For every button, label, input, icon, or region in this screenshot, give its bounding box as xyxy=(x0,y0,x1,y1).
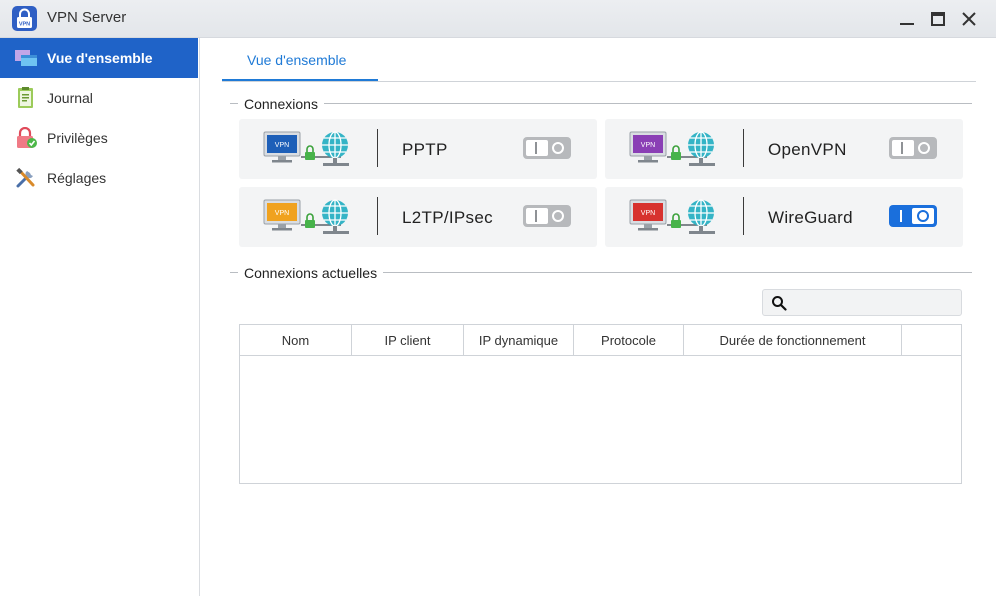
toggle-off-ring xyxy=(552,142,564,154)
table-header: Nom IP client IP dynamique Protocole Dur… xyxy=(240,325,961,356)
search-box[interactable] xyxy=(762,289,962,316)
tab-overview[interactable]: Vue d'ensemble xyxy=(222,38,378,82)
protocol-name: OpenVPN xyxy=(768,140,847,159)
toggle-ring xyxy=(917,210,929,222)
section-title-current-connections: Connexions actuelles xyxy=(238,265,384,281)
wireguard-toggle[interactable] xyxy=(889,205,937,227)
protocol-name: PPTP xyxy=(402,140,448,159)
sidebar-item-overview[interactable]: Vue d'ensemble xyxy=(0,38,198,78)
connections-table: Nom IP client IP dynamique Protocole Dur… xyxy=(239,324,962,484)
svg-text:VPN: VPN xyxy=(19,22,30,28)
toggle-off-ring xyxy=(552,210,564,222)
privileges-icon xyxy=(17,127,37,148)
card-divider xyxy=(743,197,744,235)
settings-icon xyxy=(16,167,35,188)
title-bar: VPN VPN Server xyxy=(0,0,996,38)
column-header-name[interactable]: Nom xyxy=(240,325,352,355)
connection-card-l2tp-ipsec: VPN L2TP/IPsec xyxy=(239,187,597,247)
column-header-protocol[interactable]: Protocole xyxy=(574,325,684,355)
vpn-network-icon: VPN xyxy=(263,131,349,166)
toggle-knob xyxy=(526,208,548,224)
connection-card-wireguard: VPN WireGuard xyxy=(605,187,963,247)
table-body xyxy=(240,356,961,483)
l2tp-ipsec-toggle[interactable] xyxy=(523,205,571,227)
svg-text:VPN: VPN xyxy=(275,210,289,217)
card-divider xyxy=(743,129,744,167)
column-header-extra xyxy=(902,325,961,355)
overview-icon xyxy=(15,50,37,66)
maximize-button[interactable] xyxy=(927,8,949,30)
section-rule-connections xyxy=(230,103,972,104)
sidebar-item-privileges[interactable]: Privilèges xyxy=(0,118,198,158)
close-icon xyxy=(962,12,976,26)
pptp-toggle[interactable] xyxy=(523,137,571,159)
connection-card-pptp: VPN PPTP xyxy=(239,119,597,179)
svg-text:VPN: VPN xyxy=(641,210,655,217)
toggle-bar xyxy=(535,210,537,222)
openvpn-toggle[interactable] xyxy=(889,137,937,159)
column-header-uptime[interactable]: Durée de fonctionnement xyxy=(684,325,902,355)
protocol-name: L2TP/IPsec xyxy=(402,208,493,227)
search-icon xyxy=(772,296,787,311)
card-divider xyxy=(377,129,378,167)
vpn-network-icon: VPN xyxy=(263,199,349,234)
svg-text:VPN: VPN xyxy=(275,142,289,149)
toggle-knob xyxy=(892,140,914,156)
connection-card-openvpn: VPN OpenVPN xyxy=(605,119,963,179)
svg-text:VPN: VPN xyxy=(641,142,655,149)
journal-icon xyxy=(18,87,33,108)
search-input[interactable] xyxy=(793,294,953,312)
toggle-bar xyxy=(535,142,537,154)
toggle-on-mark xyxy=(900,210,902,222)
minimize-icon xyxy=(900,23,914,25)
column-header-dynamic-ip[interactable]: IP dynamique xyxy=(464,325,574,355)
column-header-client-ip[interactable]: IP client xyxy=(352,325,464,355)
vpn-app-icon: VPN xyxy=(12,6,37,31)
sidebar-item-settings[interactable]: Réglages xyxy=(0,158,198,198)
minimize-button[interactable] xyxy=(896,8,918,30)
toggle-off-ring xyxy=(918,142,930,154)
sidebar: Vue d'ensemble Journal Privilèges Réglag… xyxy=(0,38,200,596)
toggle-bar xyxy=(901,142,903,154)
close-button[interactable] xyxy=(958,8,980,30)
vpn-network-icon: VPN xyxy=(629,131,715,166)
card-divider xyxy=(377,197,378,235)
vpn-network-icon: VPN xyxy=(629,199,715,234)
tabs-divider xyxy=(222,81,976,82)
window-title: VPN Server xyxy=(47,9,127,26)
toggle-knob xyxy=(526,140,548,156)
toggle-knob xyxy=(912,208,934,224)
section-title-connections: Connexions xyxy=(238,96,324,112)
maximize-icon xyxy=(931,12,945,26)
sidebar-item-journal[interactable]: Journal xyxy=(0,78,198,118)
protocol-name: WireGuard xyxy=(768,208,853,227)
